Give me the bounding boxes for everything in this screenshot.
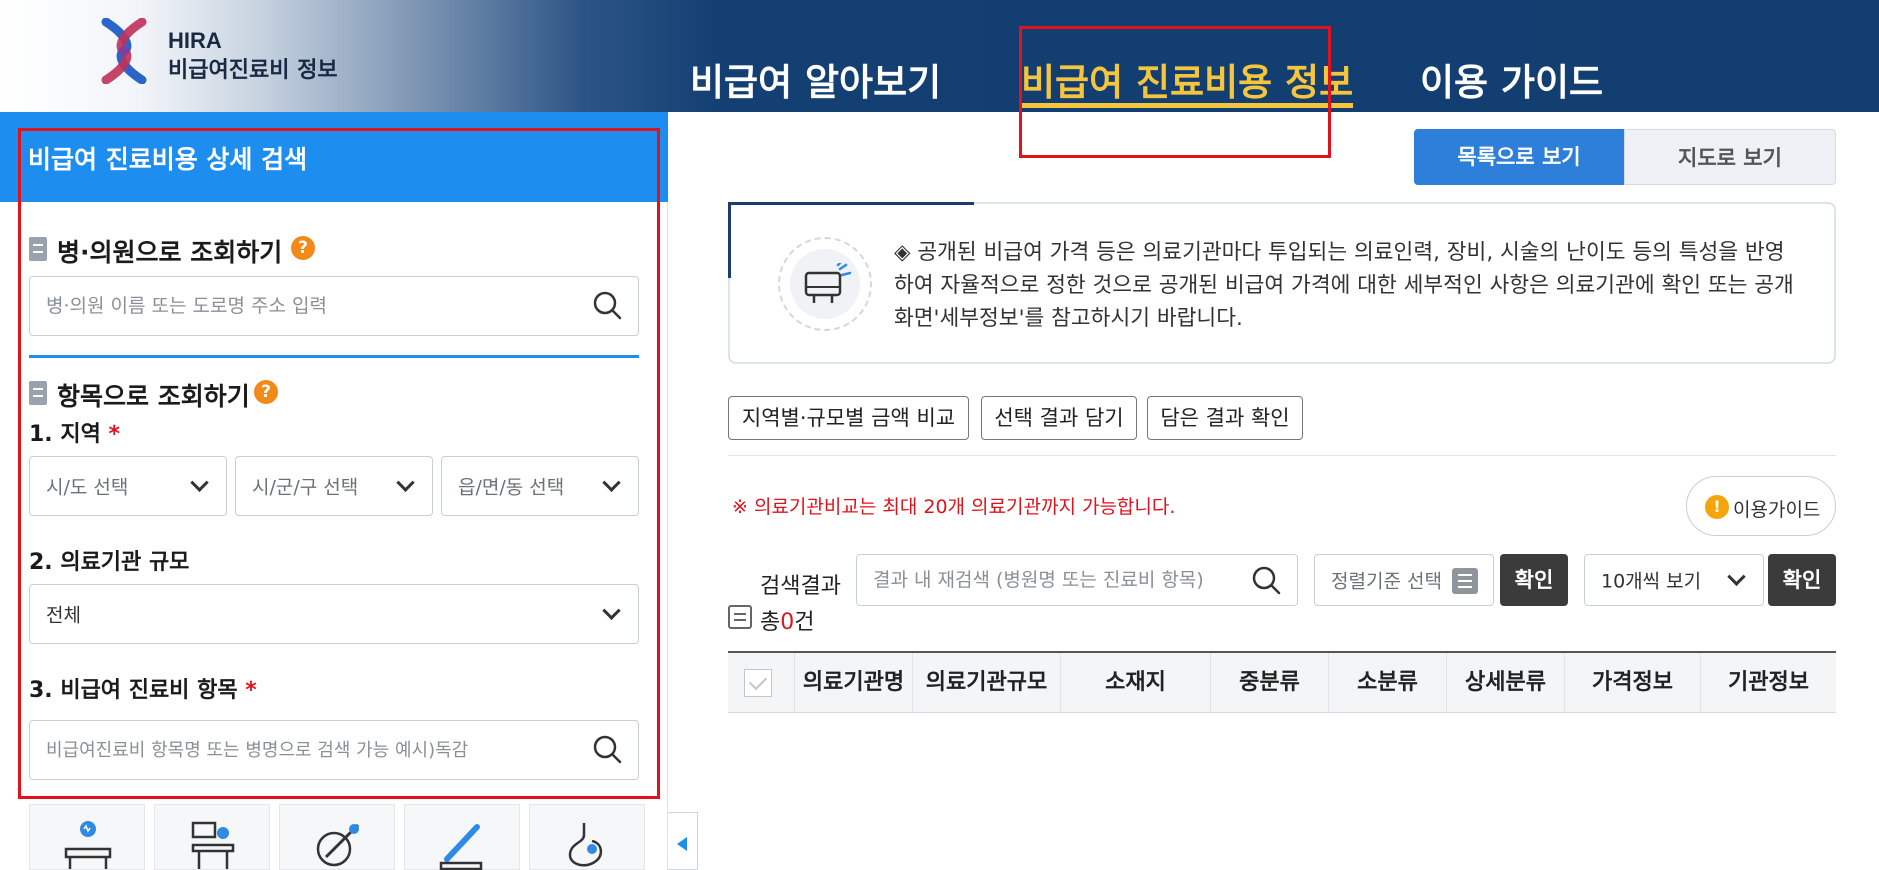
search-icon[interactable] xyxy=(1251,565,1281,595)
view-saved-button[interactable]: 담은 결과 확인 xyxy=(1147,396,1303,440)
col-mid-category[interactable]: 중분류 xyxy=(1210,653,1328,713)
item-label: 3. 비급여 진료비 항목 * xyxy=(29,678,257,703)
sort-list-icon[interactable] xyxy=(1452,568,1478,594)
clinic-search-title: 병·의원으로 조회하기 xyxy=(57,238,283,267)
search-icon[interactable] xyxy=(592,290,622,320)
section-divider xyxy=(29,355,639,358)
item-search-input[interactable] xyxy=(46,721,586,779)
scale-select-value: 전체 xyxy=(46,604,81,627)
results-table-header: 의료기관명 의료기관규모 소재지 중분류 소분류 상세분류 가격정보 기관정보 xyxy=(728,651,1836,713)
col-institution-name[interactable]: 의료기관명 xyxy=(794,653,912,713)
nav-usage-guide[interactable]: 이용 가이드 xyxy=(1420,52,1603,106)
compare-limit-warning: ※ 의료기관비교는 최대 20개 의료기관까지 가능합니다. xyxy=(732,496,1176,518)
list-icon xyxy=(29,381,47,405)
sigungu-select-value: 시/군/구 선택 xyxy=(252,476,359,499)
sido-select[interactable]: 시/도 선택 xyxy=(29,456,227,516)
clinic-search-input[interactable] xyxy=(46,277,586,335)
category-examination[interactable] xyxy=(29,804,145,870)
search-icon[interactable] xyxy=(592,734,622,764)
sort-confirm-button[interactable]: 확인 xyxy=(1500,554,1568,606)
usage-guide-label: 이용가이드 xyxy=(1733,499,1821,521)
list-view-tab[interactable]: 목록으로 보기 xyxy=(1414,129,1624,185)
results-label: 검색결과 xyxy=(760,574,841,599)
add-selection-button[interactable]: 선택 결과 담기 xyxy=(981,396,1137,440)
logo-subtitle: 비급여진료비 정보 xyxy=(168,58,338,83)
page-size-confirm-button[interactable]: 확인 xyxy=(1768,554,1836,606)
notice-text: ◈ 공개된 비급여 가격 등은 의료기관마다 투입되는 의료인력, 장비, 시술… xyxy=(894,240,1794,331)
item-search-title: 항목으로 조회하기 xyxy=(57,382,250,411)
site-header: HIRA 비급여진료비 정보 비급여 알아보기 비급여 진료비용 정보 이용 가… xyxy=(0,0,1879,112)
examination-bed-icon xyxy=(64,821,112,869)
panel-collapse-toggle[interactable] xyxy=(668,812,698,870)
chevron-down-icon xyxy=(602,473,621,492)
scale-select[interactable]: 전체 xyxy=(29,584,639,644)
panel-title: 비급여 진료비용 상세 검색 xyxy=(28,145,308,174)
research-input[interactable] xyxy=(873,555,1253,605)
notice-accent xyxy=(728,202,974,205)
category-counseling[interactable] xyxy=(154,804,270,870)
injection-icon xyxy=(316,823,360,867)
building-icon xyxy=(29,237,47,261)
chevron-down-icon xyxy=(602,601,621,620)
notice-accent-side xyxy=(728,202,731,278)
col-institution-info[interactable]: 기관정보 xyxy=(1700,653,1836,713)
hira-logo-icon[interactable] xyxy=(100,18,148,84)
map-view-tab[interactable]: 지도로 보기 xyxy=(1624,129,1836,185)
col-detail-category[interactable]: 상세분류 xyxy=(1446,653,1564,713)
compare-by-region-button[interactable]: 지역별·규모별 금액 비교 xyxy=(728,396,969,440)
category-surgery[interactable] xyxy=(404,804,520,870)
price-tag-icon xyxy=(804,263,852,303)
total-count: 총0건 xyxy=(760,610,815,635)
category-injection[interactable] xyxy=(279,804,395,870)
scale-label: 2. 의료기관 규모 xyxy=(29,550,190,575)
surgery-icon xyxy=(439,824,483,870)
logo-title: HIRA xyxy=(168,28,222,53)
select-all-checkbox[interactable] xyxy=(744,669,772,697)
sort-select-value: 정렬기준 선택 xyxy=(1331,570,1442,593)
col-price-info[interactable]: 가격정보 xyxy=(1564,653,1700,713)
page-size-value: 10개씩 보기 xyxy=(1601,570,1702,593)
region-label: 1. 지역 * xyxy=(29,422,120,447)
page-size-select[interactable]: 10개씩 보기 xyxy=(1584,554,1764,606)
category-digestive[interactable] xyxy=(529,804,645,870)
counseling-icon xyxy=(191,821,235,869)
divider xyxy=(728,455,1836,456)
list-count-icon xyxy=(728,605,752,629)
notice-icon-circle xyxy=(778,237,872,331)
stomach-icon xyxy=(568,823,603,867)
clinic-help-icon[interactable]: ? xyxy=(291,236,315,260)
view-toggle: 목록으로 보기 지도로 보기 xyxy=(1414,129,1836,185)
exclamation-icon: ! xyxy=(1705,495,1729,519)
panel-header: 비급여 진료비용 상세 검색 xyxy=(0,112,668,202)
sido-select-value: 시/도 선택 xyxy=(46,476,129,499)
usage-guide-button[interactable]: ! 이용가이드 xyxy=(1686,476,1836,536)
item-help-icon[interactable]: ? xyxy=(254,380,278,404)
chevron-down-icon xyxy=(190,473,209,492)
clinic-search-field[interactable] xyxy=(29,276,639,336)
col-location[interactable]: 소재지 xyxy=(1060,653,1210,713)
chevron-down-icon xyxy=(1727,567,1746,586)
col-institution-scale[interactable]: 의료기관규모 xyxy=(912,653,1060,713)
eupmyeondong-select[interactable]: 읍/면/동 선택 xyxy=(441,456,639,516)
nav-noncovered-cost-info[interactable]: 비급여 진료비용 정보 xyxy=(1021,52,1354,108)
sigungu-select[interactable]: 시/군/구 선택 xyxy=(235,456,433,516)
nav-about-noncovered[interactable]: 비급여 알아보기 xyxy=(690,52,941,106)
item-search-field[interactable] xyxy=(29,720,639,780)
col-sub-category[interactable]: 소분류 xyxy=(1328,653,1446,713)
chevron-down-icon xyxy=(396,473,415,492)
eupmyeondong-select-value: 읍/면/동 선택 xyxy=(458,476,565,499)
research-field[interactable] xyxy=(856,554,1298,606)
